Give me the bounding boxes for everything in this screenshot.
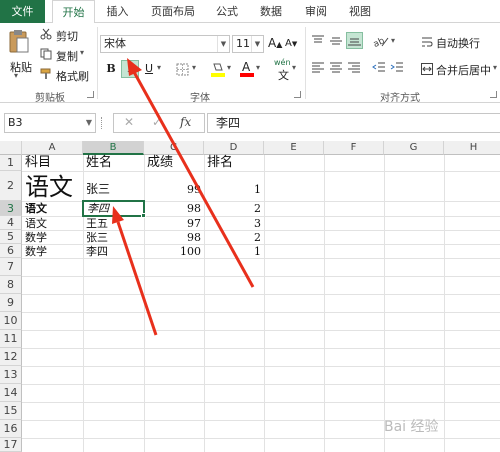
- arrow-to-cell-b3: [112, 206, 158, 336]
- excel-window: 文件 开始 插入 页面布局 公式 数据 审阅 视图 粘贴 ▾ 剪切 复制 ▾ 格…: [0, 0, 500, 452]
- watermark-logo: Bai 经验: [384, 419, 439, 435]
- annotation-arrows: [112, 58, 255, 336]
- arrow-to-italic-button: [127, 58, 255, 288]
